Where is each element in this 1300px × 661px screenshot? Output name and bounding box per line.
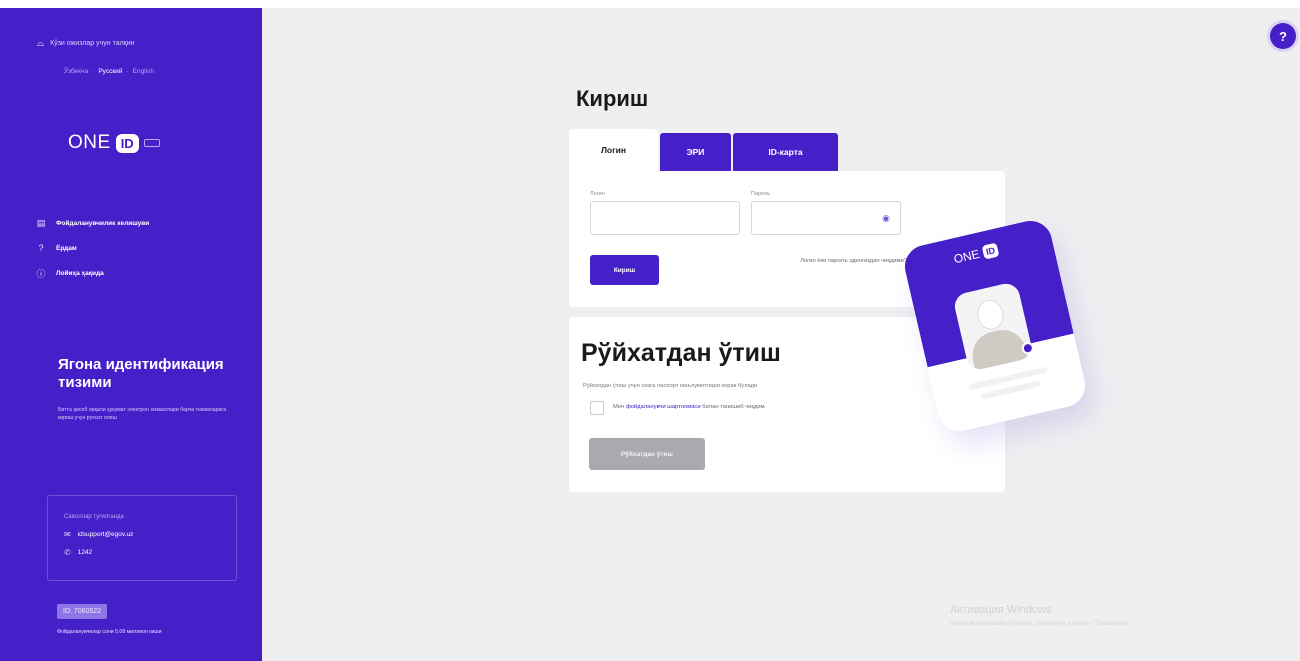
password-input[interactable]: ◉: [751, 201, 901, 235]
language-switcher: Ўзбекча · Русский · English: [64, 68, 154, 75]
sidebar-item-label: Фойдаланувчилик келишуви: [56, 220, 150, 227]
login-input[interactable]: [590, 201, 740, 235]
avatar-head: [974, 297, 1007, 333]
tab-login[interactable]: Логин: [569, 129, 658, 171]
windows-activation-title: Активация Windows: [950, 604, 1052, 616]
user-agreement-link[interactable]: фойдаланувчи шартномаси: [626, 404, 701, 410]
sidebar-item-label: Ёрдам: [56, 244, 77, 252]
registration-note: Рўйхатдан ўтиш учун сизга паспорт маълум…: [583, 383, 758, 389]
tab-id-card[interactable]: ID-карта: [733, 133, 838, 171]
users-count: Фойдаланувчилар сони 5.08 миллион киши: [57, 629, 162, 635]
page-title: Кириш: [576, 86, 649, 111]
phone-icon: ✆: [64, 548, 71, 557]
sidebar-nav: ▤ Фойдаланувчилик келишуви ? Ёрдам ⓘ Лой…: [36, 218, 149, 280]
promo-text: Битта ҳисоб орқали ҳукумат электрон хизм…: [58, 407, 227, 422]
support-title: Саволлар тугилганда: [64, 514, 124, 520]
document-icon: ▤: [36, 218, 46, 228]
forgot-password-link[interactable]: Логин ёки паролъ эдингиздан чиқдими?: [761, 257, 907, 266]
logo-text: ONE: [68, 132, 111, 153]
sidebar-item-label: Лойиҳа ҳақида: [56, 270, 104, 277]
language-separator: ·: [92, 68, 95, 75]
sidebar: ⌓ Кўзи ожизлар учун талқин Ўзбекча · Рус…: [0, 8, 262, 661]
agreement-checkbox[interactable]: [590, 401, 604, 415]
support-email-row[interactable]: ✉ idsupport@egov.uz: [64, 530, 220, 539]
sidebar-item-help[interactable]: ? Ёрдам: [36, 243, 149, 253]
main-area: ? Кириш Логин ЭРИ ID-карта Логин Пароль …: [262, 8, 1300, 661]
language-english[interactable]: English: [133, 68, 154, 75]
register-button[interactable]: Рўйхатдан ўтиш: [589, 438, 705, 470]
accessibility-label: Кўзи ожизлар учун талқин: [50, 40, 135, 47]
password-label: Пароль: [751, 191, 771, 197]
help-button[interactable]: ?: [1270, 23, 1296, 49]
eye-glasses-icon: ⌓: [37, 38, 45, 48]
support-email: idsupport@egov.uz: [77, 531, 134, 538]
language-russian[interactable]: Русский: [98, 68, 122, 75]
support-phone-row[interactable]: ✆ 1242: [64, 548, 220, 557]
sidebar-item-agreement[interactable]: ▤ Фойдаланувчилик келишуви: [36, 218, 150, 229]
logo-badge: ID: [115, 133, 139, 153]
tab-eri[interactable]: ЭРИ: [660, 133, 731, 171]
show-password-icon[interactable]: ◉: [882, 213, 890, 224]
language-separator: ·: [126, 68, 129, 75]
windows-activation-subtitle: Чтобы активировать Windows, перейдите в …: [950, 621, 1132, 627]
info-icon: ⓘ: [36, 269, 46, 279]
question-icon: ?: [38, 243, 44, 253]
support-box: Саволлар тугилганда ✉ idsupport@egov.uz …: [47, 495, 237, 581]
accessibility-link[interactable]: ⌓ Кўзи ожизлар учун талқин: [37, 38, 135, 49]
promo-title: Ягона идентификация тизими: [58, 356, 224, 391]
avatar-body: [967, 325, 1030, 372]
agreement-suffix: билан танишиб чиқдим: [700, 404, 765, 410]
agreement-text: Мен фойдаланувчи шартномаси билан таниши…: [613, 404, 765, 410]
support-phone: 1242: [77, 549, 93, 556]
agreement-prefix: Мен: [613, 404, 626, 410]
id-card-icon: [143, 139, 160, 147]
sidebar-item-about[interactable]: ⓘ Лойиҳа ҳақида: [36, 267, 149, 280]
login-tabs: Логин ЭРИ ID-карта: [569, 129, 838, 171]
login-button[interactable]: Кириш: [590, 255, 659, 285]
version-badge: ID: 7060522: [57, 604, 108, 619]
login-label: Логин: [590, 191, 605, 197]
mail-icon: ✉: [64, 530, 71, 539]
oneid-logo[interactable]: ONE ID: [68, 132, 160, 154]
language-uzbek[interactable]: Ўзбекча: [64, 68, 88, 75]
registration-title: Рўйхатдан ўтиш: [581, 339, 781, 367]
